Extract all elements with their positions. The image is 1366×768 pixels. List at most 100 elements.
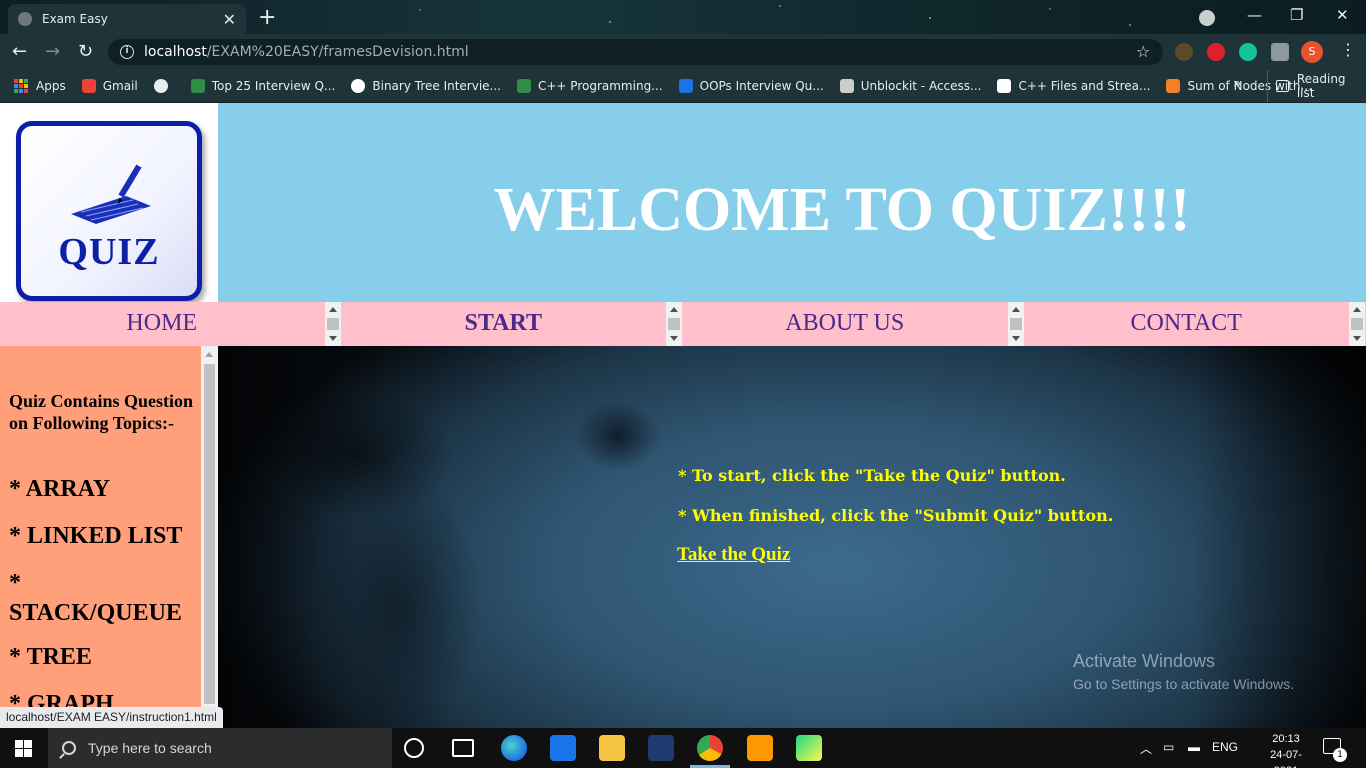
logo-frame: QUIZ	[0, 103, 218, 302]
reading-list-button[interactable]: Reading list	[1267, 70, 1366, 102]
task-view-icon[interactable]	[452, 739, 474, 757]
scroll-down-icon[interactable]	[1011, 336, 1020, 341]
activate-windows-title: Activate Windows	[1073, 651, 1216, 671]
back-icon[interactable]: ←	[12, 41, 27, 62]
menu-kebab-icon[interactable]: ⋮	[1340, 40, 1356, 59]
file-explorer-icon[interactable]	[599, 735, 625, 761]
site-info-icon[interactable]: i	[120, 45, 134, 59]
tab-search-icon[interactable]	[1199, 10, 1215, 26]
browser-tab[interactable]: Exam Easy ✕	[8, 4, 246, 34]
taskbar-clock[interactable]: 20:13 24-07-2021	[1260, 731, 1312, 768]
el-icon	[678, 79, 693, 93]
frame-scrollbar[interactable]	[1349, 302, 1365, 346]
frame-scrollbar[interactable]	[1007, 302, 1024, 346]
bookmark-item[interactable]	[153, 79, 175, 93]
frame-scrollbar[interactable]	[324, 302, 341, 346]
topic-item: * LINKED LIST	[9, 523, 183, 549]
scroll-up-icon[interactable]	[1011, 307, 1020, 312]
nav-frame-home: HOME	[0, 302, 342, 346]
reload-icon[interactable]: ↻	[78, 41, 93, 62]
extension-adblock-icon[interactable]	[1207, 43, 1225, 61]
gmail-icon	[81, 79, 96, 93]
take-quiz-link[interactable]: Take the Quiz	[677, 544, 790, 566]
scroll-up-icon[interactable]	[205, 352, 213, 357]
scroll-thumb[interactable]	[326, 318, 339, 330]
bookmark-label: Top 25 Interview Q...	[211, 79, 336, 93]
bookmark-item[interactable]: C++ Files and Strea...	[997, 79, 1150, 93]
mail-icon[interactable]	[550, 735, 576, 761]
sidebar-heading: Quiz Contains Question on Following Topi…	[9, 391, 194, 433]
nav-frame-contact: CONTACT	[1024, 302, 1366, 346]
reading-list-icon	[1276, 80, 1289, 92]
frame-scrollbar[interactable]	[666, 302, 682, 346]
scroll-up-icon[interactable]	[670, 307, 678, 312]
edge-icon[interactable]	[501, 735, 527, 761]
chrome-icon[interactable]	[697, 735, 723, 761]
notification-badge: 1	[1333, 748, 1347, 762]
restore-icon[interactable]: ❐	[1290, 6, 1303, 24]
bookmark-item[interactable]: Gmail	[81, 79, 138, 93]
bookmark-item[interactable]: OOPs Interview Qu...	[678, 79, 824, 93]
extensions-puzzle-icon[interactable]	[1271, 43, 1289, 61]
windows-start-icon[interactable]	[15, 740, 32, 757]
bookmark-item[interactable]: Binary Tree Intervie...	[351, 79, 501, 93]
tray-chevron-icon[interactable]: ︿	[1140, 740, 1152, 757]
bookmark-label: OOPs Interview Qu...	[699, 79, 824, 93]
nav-link-start[interactable]: START	[342, 310, 666, 337]
clock-date: 24-07-2021	[1270, 749, 1302, 768]
topic-item: * TREE	[9, 644, 92, 670]
scroll-thumb[interactable]	[668, 318, 680, 330]
topics-sidebar: Quiz Contains Question on Following Topi…	[0, 346, 218, 728]
pycharm-icon[interactable]	[796, 735, 822, 761]
forward-icon[interactable]: →	[45, 41, 60, 62]
scroll-up-icon[interactable]	[328, 307, 337, 312]
instructions-frame: * To start, click the "Take the Quiz" bu…	[218, 346, 1366, 728]
cortana-icon[interactable]	[404, 738, 424, 758]
tab-close-icon[interactable]: ✕	[223, 10, 236, 29]
medium-icon	[351, 79, 366, 93]
unblockit-icon	[839, 79, 854, 93]
scroll-thumb[interactable]	[1009, 318, 1022, 330]
bookmark-label: Binary Tree Intervie...	[372, 79, 501, 93]
profile-avatar[interactable]: S	[1301, 41, 1323, 63]
bookmark-item[interactable]: Top 25 Interview Q...	[190, 79, 336, 93]
reading-list-label: Reading list	[1296, 72, 1346, 100]
scroll-down-icon[interactable]	[670, 336, 678, 341]
network-icon[interactable]: ▭	[1163, 740, 1174, 754]
close-window-icon[interactable]: ✕	[1336, 6, 1349, 24]
clock-time: 20:13	[1272, 733, 1300, 745]
devcpp-icon[interactable]	[648, 735, 674, 761]
nav-link-contact[interactable]: CONTACT	[1025, 310, 1349, 337]
battery-icon[interactable]: ▬	[1188, 740, 1200, 754]
topic-item: * ARRAY	[9, 476, 111, 502]
bookmark-label: C++ Files and Strea...	[1018, 79, 1151, 93]
scroll-down-icon[interactable]	[328, 336, 337, 341]
scroll-up-icon[interactable]	[1353, 307, 1361, 312]
page-title: WELCOME TO QUIZ!!!!	[493, 176, 1191, 244]
bookmark-item[interactable]: C++ Programming...	[517, 79, 663, 93]
activate-windows-subtitle: Go to Settings to activate Windows.	[1073, 676, 1294, 692]
geeksforgeeks-icon	[517, 79, 531, 93]
minimize-icon[interactable]: —	[1247, 6, 1262, 24]
sidebar-scrollbar[interactable]	[201, 346, 218, 728]
scroll-thumb[interactable]	[204, 364, 215, 704]
address-bar[interactable]: i localhost /EXAM%20EASY/framesDevision.…	[108, 39, 1163, 65]
geeksforgeeks-icon	[190, 79, 205, 93]
new-tab-button[interactable]: +	[258, 5, 276, 30]
scroll-thumb[interactable]	[1351, 318, 1363, 330]
extension-grammarly-icon[interactable]	[1239, 43, 1257, 61]
bookmarks-more-icon[interactable]: »	[1233, 76, 1242, 92]
bookmark-star-icon[interactable]: ☆	[1136, 42, 1150, 61]
bookmark-item[interactable]: Unblockit - Access...	[839, 79, 981, 93]
language-indicator[interactable]: ENG	[1212, 740, 1238, 754]
bookmark-item[interactable]: Apps	[14, 79, 66, 93]
pencil-paper-icon	[71, 159, 151, 224]
taskbar-search[interactable]: Type here to search	[48, 728, 392, 768]
stackoverflow-icon	[1166, 79, 1181, 93]
nav-link-about-us[interactable]: ABOUT US	[683, 310, 1007, 337]
scroll-down-icon[interactable]	[1353, 336, 1361, 341]
sublime-text-icon[interactable]	[747, 735, 773, 761]
header-frame: WELCOME TO QUIZ!!!!	[218, 103, 1366, 302]
extension-lightbulb-icon[interactable]	[1175, 43, 1193, 61]
nav-link-home[interactable]: HOME	[0, 310, 324, 337]
